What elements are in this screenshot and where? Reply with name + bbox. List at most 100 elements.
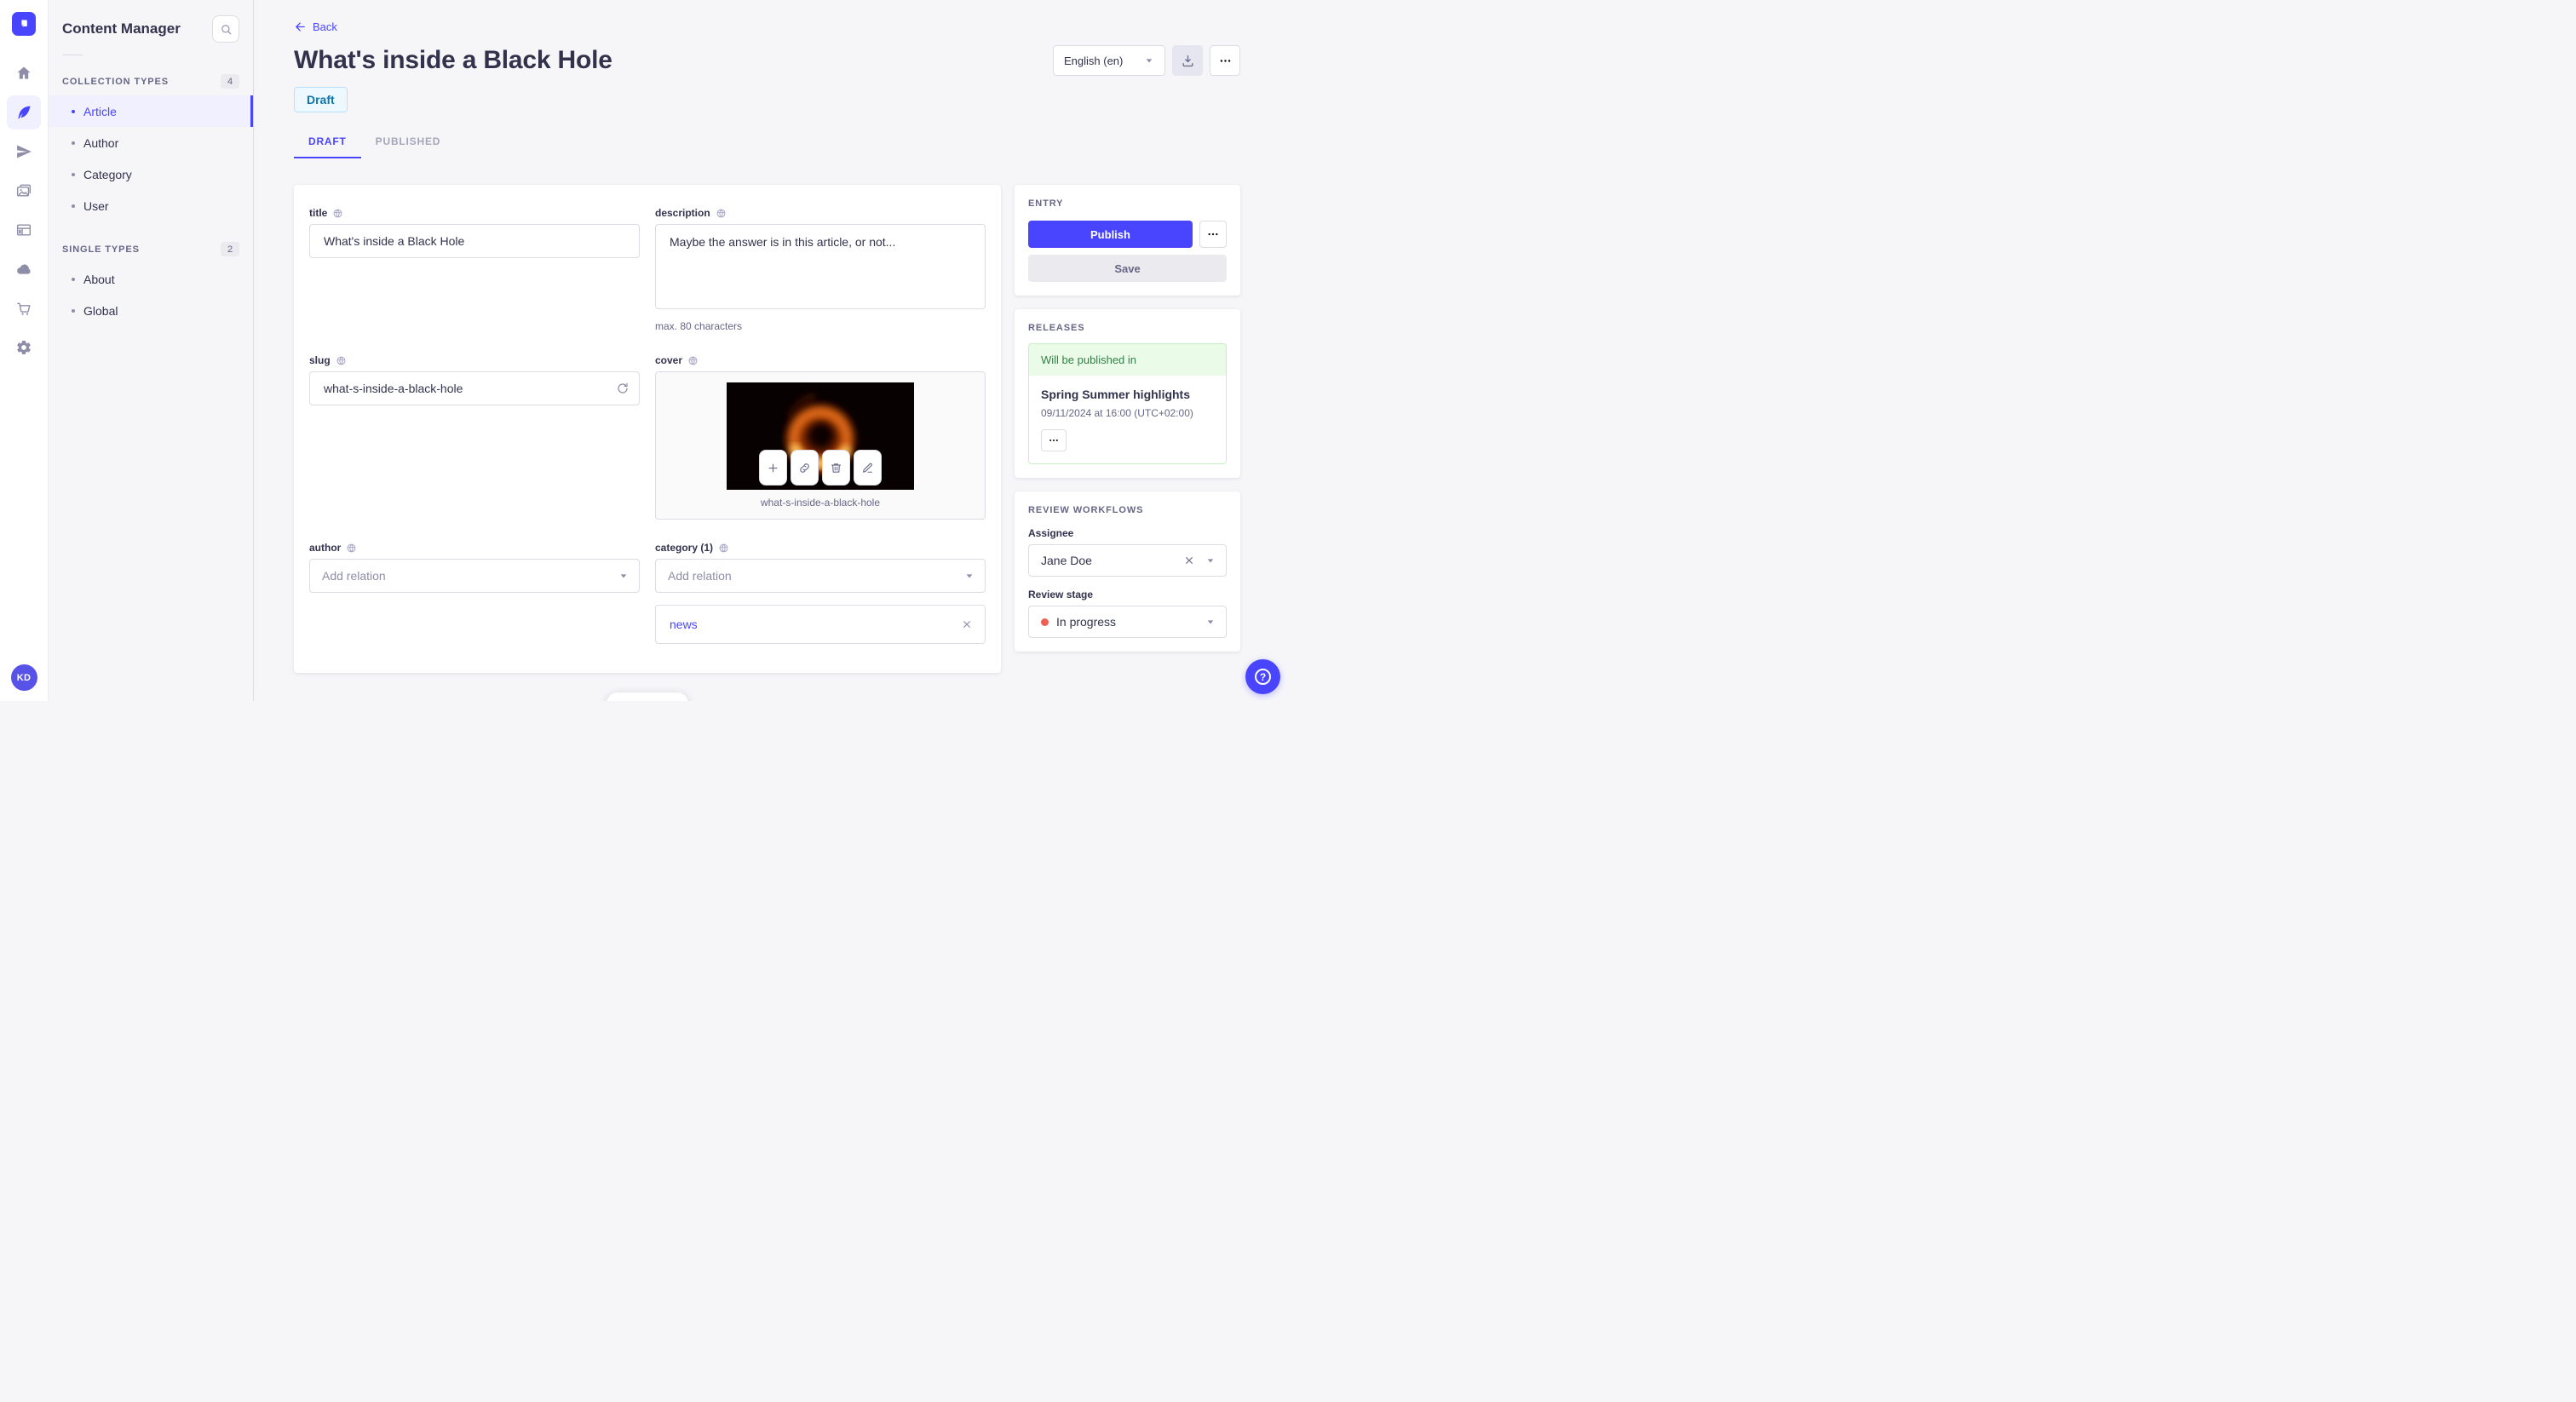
strapi-logo-glyph	[21, 20, 27, 28]
globe-icon	[346, 543, 357, 554]
author-relation-combobox[interactable]: Add relation	[309, 559, 640, 593]
description-hint: max. 80 characters	[655, 320, 743, 332]
sidebar-item-label: Author	[83, 135, 119, 150]
save-button[interactable]: Save	[1028, 255, 1227, 282]
rail-nav	[7, 56, 41, 365]
globe-icon	[332, 208, 343, 219]
title-field-label: title	[309, 207, 328, 219]
floating-toolbar-edge[interactable]	[607, 692, 688, 701]
entry-panel: ENTRY Publish Save	[1015, 185, 1240, 296]
sidebar-item-user[interactable]: User	[49, 190, 253, 221]
bullet-icon	[72, 172, 75, 176]
locale-selected-value: English (en)	[1064, 54, 1124, 67]
sidebar-item-author[interactable]: Author	[49, 127, 253, 158]
review-stage-combobox[interactable]: In progress	[1028, 606, 1227, 638]
chevron-down-icon	[1204, 554, 1217, 567]
field-cover: cover what-s-inside-a-black-hole	[655, 354, 986, 520]
section-label-single-types: SINGLE TYPES	[62, 244, 140, 255]
marketplace-cart-icon[interactable]	[7, 291, 41, 325]
cover-filename: what-s-inside-a-black-hole	[760, 497, 881, 509]
release-more-button[interactable]	[1041, 429, 1067, 451]
tab-draft[interactable]: DRAFT	[294, 132, 361, 158]
relation-link-news[interactable]: news	[670, 618, 698, 631]
back-label: Back	[313, 20, 337, 33]
paper-plane-icon[interactable]	[7, 135, 41, 169]
settings-gear-icon[interactable]	[7, 330, 41, 365]
bullet-icon	[72, 308, 75, 313]
ellipsis-icon	[1048, 434, 1060, 446]
cover-field-label: cover	[655, 354, 683, 366]
stage-status-dot	[1041, 618, 1049, 626]
single-types-count-badge: 2	[221, 242, 239, 256]
sidebar-item-about[interactable]: About	[49, 263, 253, 295]
question-mark-icon: ?	[1255, 669, 1271, 685]
assignee-combobox[interactable]: Jane Doe	[1028, 544, 1227, 577]
content-manager-feather-icon[interactable]	[7, 95, 41, 129]
chevron-down-icon	[963, 569, 976, 583]
assignee-value: Jane Doe	[1041, 554, 1092, 567]
bullet-icon	[72, 277, 75, 281]
export-download-button[interactable]	[1172, 45, 1203, 76]
entry-more-button[interactable]	[1199, 221, 1227, 248]
remove-relation-icon[interactable]	[961, 618, 973, 630]
bullet-icon	[72, 109, 75, 113]
main-nav-rail: KD	[0, 0, 49, 701]
field-slug: slug	[309, 354, 640, 520]
sidebar-item-label: About	[83, 272, 115, 286]
field-title: title	[309, 207, 640, 332]
back-link[interactable]: Back	[294, 20, 337, 33]
cover-edit-button[interactable]	[854, 450, 882, 486]
strapi-logo[interactable]	[12, 12, 36, 36]
description-textarea[interactable]	[655, 224, 986, 309]
description-field-label: description	[655, 207, 710, 219]
header-more-button[interactable]	[1210, 45, 1240, 76]
cover-actions-toolbar	[759, 450, 882, 486]
slug-input[interactable]	[309, 371, 640, 405]
content-type-builder-layout-icon[interactable]	[7, 213, 41, 247]
cover-copy-link-button[interactable]	[791, 450, 819, 486]
page-title: What's inside a Black Hole	[294, 46, 612, 74]
chevron-down-icon	[1204, 615, 1217, 629]
help-button[interactable]: ?	[1245, 659, 1280, 694]
home-icon[interactable]	[7, 56, 41, 90]
cover-delete-button[interactable]	[822, 450, 850, 486]
entry-panel-heading: ENTRY	[1028, 198, 1064, 209]
publish-button[interactable]: Publish	[1028, 221, 1193, 248]
release-card: Will be published in Spring Summer highl…	[1028, 343, 1227, 464]
globe-icon	[716, 208, 727, 219]
search-button[interactable]	[212, 15, 239, 43]
sidebar-item-category[interactable]: Category	[49, 158, 253, 190]
section-label-collection-types: COLLECTION TYPES	[62, 76, 170, 87]
release-status-text: Will be published in	[1029, 344, 1226, 376]
locale-select[interactable]: English (en)	[1053, 45, 1165, 76]
sidebar-item-article[interactable]: Article	[49, 95, 253, 127]
user-avatar[interactable]: KD	[10, 664, 37, 691]
review-workflows-heading: REVIEW WORKFLOWS	[1028, 505, 1144, 515]
globe-icon	[718, 543, 729, 554]
link-icon	[798, 462, 811, 474]
field-category: category (1) Add relation news	[655, 542, 986, 644]
right-sidebar: ENTRY Publish Save RELEASES Will be publ…	[1015, 185, 1240, 652]
field-author: author Add relation	[309, 542, 640, 644]
cover-add-button[interactable]	[759, 450, 787, 486]
subnav-title: Content Manager	[62, 20, 181, 37]
field-description: description max. 80 characters	[655, 207, 986, 332]
title-input[interactable]	[309, 224, 640, 258]
release-name[interactable]: Spring Summer highlights	[1041, 388, 1214, 401]
sidebar-item-global[interactable]: Global	[49, 295, 253, 326]
globe-icon	[687, 355, 699, 366]
cover-media-box: what-s-inside-a-black-hole	[655, 371, 986, 520]
category-field-label: category (1)	[655, 542, 714, 554]
regenerate-slug-icon[interactable]	[616, 382, 630, 395]
media-library-images-icon[interactable]	[7, 174, 41, 208]
tab-published[interactable]: PUBLISHED	[361, 132, 456, 158]
ellipsis-icon	[1206, 227, 1220, 241]
status-badge: Draft	[294, 87, 348, 112]
category-relation-combobox[interactable]: Add relation	[655, 559, 986, 593]
clear-assignee-icon[interactable]	[1183, 554, 1195, 566]
cloud-icon[interactable]	[7, 252, 41, 286]
review-stage-label: Review stage	[1028, 589, 1094, 600]
content-manager-subnav: Content Manager COLLECTION TYPES 4 Artic…	[49, 0, 254, 701]
bullet-icon	[72, 204, 75, 208]
slug-field-label: slug	[309, 354, 331, 366]
